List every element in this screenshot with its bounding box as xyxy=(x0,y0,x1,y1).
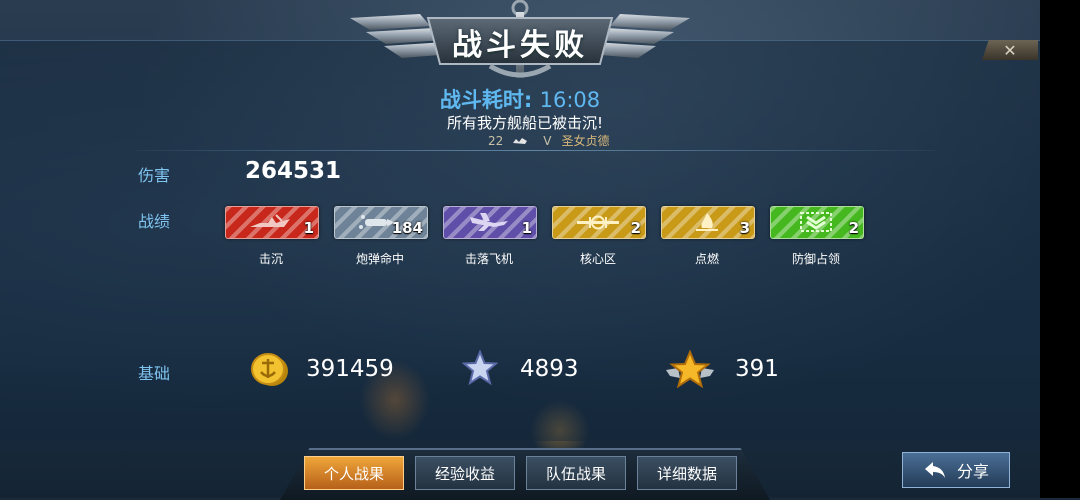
share-button[interactable]: 分享 xyxy=(902,452,1010,488)
record-label: 战绩 xyxy=(138,212,171,231)
close-button[interactable]: ✕ xyxy=(982,40,1038,60)
tab-detailed-data[interactable]: 详细数据 xyxy=(637,456,737,490)
close-icon: ✕ xyxy=(1003,40,1017,60)
defend-capture-icon xyxy=(800,212,832,232)
damage-label: 伤害 xyxy=(138,166,171,185)
tab-team-result[interactable]: 队伍战果 xyxy=(526,456,626,490)
rank-value: 391 xyxy=(735,356,779,382)
page-title: 战斗失败 xyxy=(452,28,588,63)
badge-count: 2 xyxy=(630,219,641,237)
title-emblem: 战斗失败 xyxy=(350,0,690,82)
share-arrow-icon xyxy=(924,462,945,478)
fire-icon xyxy=(696,213,718,231)
screen-edge xyxy=(1040,0,1080,498)
core-area-icon xyxy=(577,215,619,230)
duration-label: 战斗耗时: xyxy=(439,88,533,112)
badge-count: 1 xyxy=(521,219,532,237)
damage-value: 264531 xyxy=(245,158,342,184)
ship-info: 22 V 圣女贞德 xyxy=(488,132,610,149)
gold-coin-icon xyxy=(251,353,288,386)
exp-value: 4893 xyxy=(520,356,579,382)
badge-label: 击落飞机 xyxy=(464,252,513,266)
badge-count: 2 xyxy=(848,219,859,237)
badge-shell-hit[interactable]: 184 xyxy=(334,206,428,239)
badge-core-area[interactable]: 2 xyxy=(552,206,646,239)
battle-duration: 战斗耗时: 16:08 xyxy=(0,84,1040,114)
duration-value: 16:08 xyxy=(539,88,601,112)
ship-level: 22 xyxy=(488,133,504,148)
ship-rank: V xyxy=(543,133,552,148)
badge-defend-capture[interactable]: 2 xyxy=(770,206,864,239)
share-label: 分享 xyxy=(956,462,989,481)
badge-label: 击沉 xyxy=(258,252,283,266)
plane-shot-icon xyxy=(470,213,508,231)
ship-class-icon xyxy=(513,134,528,148)
badge-fire[interactable]: 3 xyxy=(661,206,755,239)
badge-plane-shot[interactable]: 1 xyxy=(443,206,537,239)
base-label: 基础 xyxy=(138,364,171,383)
badge-sunk[interactable]: 1 xyxy=(225,206,319,239)
badge-count: 184 xyxy=(391,219,423,237)
battle-message: 所有我方舰船已被击沉! xyxy=(446,114,603,132)
badge-label: 炮弹命中 xyxy=(355,252,404,266)
tab-personal-result[interactable]: 个人战果 xyxy=(304,456,404,490)
badge-label: 点燃 xyxy=(694,252,719,266)
badge-label: 核心区 xyxy=(579,252,616,266)
divider xyxy=(135,150,935,151)
badge-count: 1 xyxy=(303,219,314,237)
gold-star-wings-icon xyxy=(666,350,714,389)
badge-label: 防御占领 xyxy=(791,252,840,266)
tab-exp-gain[interactable]: 经验收益 xyxy=(415,456,515,490)
tab-bar: 个人战果 经验收益 队伍战果 详细数据 xyxy=(280,448,770,500)
sunk-ship-icon xyxy=(250,214,290,227)
gold-value: 391459 xyxy=(306,356,394,382)
ship-name: 圣女贞德 xyxy=(561,134,610,148)
badge-count: 3 xyxy=(739,219,750,237)
silver-star-icon xyxy=(462,350,498,386)
